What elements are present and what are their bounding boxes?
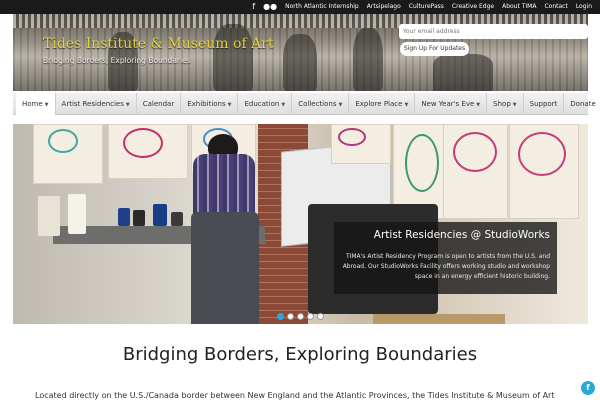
slide-photo-press-base (373, 314, 505, 324)
nav-item-label: Explore Place (355, 99, 403, 108)
header-photo-cart (433, 54, 493, 91)
email-input[interactable] (399, 24, 588, 39)
slide-photo-person-apron (191, 212, 259, 324)
toplink-artsipelago[interactable]: Artsipelago (367, 0, 401, 14)
slide-photo-swirl (405, 134, 439, 192)
nav-item-home[interactable]: Home ▼ (16, 92, 56, 115)
nav-item-label: Education (244, 99, 280, 108)
facebook-icon[interactable]: f (252, 0, 255, 14)
nav-item-support[interactable]: Support (524, 92, 565, 115)
slide-photo-ink-can (133, 210, 145, 226)
intro-paragraph: Located directly on the U.S./Canada bord… (35, 391, 555, 400)
site-tagline: Bridging Borders, Exploring Boundaries (43, 56, 191, 65)
slide-caption-text: TIMA's Artist Residency Program is open … (342, 253, 550, 280)
nav-item-label: Shop (493, 99, 511, 108)
main-nav: Home ▼ Artist Residencies ▼ Calendar Exhib… (13, 92, 596, 115)
slider-dot[interactable] (307, 313, 314, 320)
nav-item-label: New Year's Eve (421, 99, 475, 108)
slide-photo-jug (38, 196, 60, 236)
nav-item-label: Calendar (142, 99, 175, 108)
nav-item-artist-residencies[interactable]: Artist Residencies ▼ (56, 92, 137, 115)
slider-pagination (277, 313, 324, 320)
nav-item-donate[interactable]: Donate (564, 93, 600, 115)
chevron-down-icon: ▼ (476, 101, 481, 108)
toplink-about-tima[interactable]: About TIMA (502, 0, 536, 14)
nav-item-education[interactable]: Education ▼ (238, 92, 293, 115)
chevron-down-icon: ▼ (44, 101, 49, 108)
slide-photo-swirl (48, 129, 78, 153)
signup-button[interactable]: Sign Up For Updates (400, 42, 469, 56)
toplink-login[interactable]: Login (576, 0, 592, 14)
nav-item-calendar[interactable]: Calendar (137, 92, 182, 115)
chevron-down-icon: ▼ (281, 101, 286, 108)
nav-item-label: Support (529, 99, 558, 108)
slider-dot[interactable] (277, 313, 284, 320)
toplink-north-atlantic-internship[interactable]: North Atlantic Internship (285, 0, 359, 14)
slider-dot[interactable] (317, 313, 324, 320)
slide-caption: Artist Residencies @ StudioWorks TIMA's … (334, 222, 557, 294)
nav-item-exhibitions[interactable]: Exhibitions ▼ (181, 92, 239, 115)
top-bar: f ●● North Atlantic Internship Artsipela… (0, 0, 600, 14)
header-photo-figure (353, 28, 383, 91)
slide-photo-swirl (453, 132, 497, 172)
slide-photo-swirl (518, 132, 566, 176)
page-headline: Bridging Borders, Exploring Boundaries (122, 344, 478, 365)
toplink-contact[interactable]: Contact (544, 0, 567, 14)
chevron-down-icon: ▼ (227, 101, 232, 108)
slide-photo-ink-can (118, 208, 130, 226)
header-photo-figure (213, 24, 253, 91)
slide-caption-title[interactable]: Artist Residencies @ StudioWorks (341, 229, 550, 241)
flickr-icon[interactable]: ●● (263, 0, 277, 14)
chevron-down-icon: ▼ (404, 101, 409, 108)
slide-photo-ink-can (153, 204, 167, 226)
header-banner: Tides Institute & Museum of Art Bridging… (13, 14, 588, 91)
nav-item-collections[interactable]: Collections ▼ (292, 92, 350, 115)
chevron-down-icon: ▼ (512, 101, 517, 108)
slide-photo-swirl (338, 128, 366, 146)
nav-item-label: Exhibitions (187, 99, 226, 108)
slide-photo-jug (68, 194, 86, 234)
nav-item-explore-place[interactable]: Explore Place ▼ (349, 92, 416, 115)
chevron-down-icon: ▼ (125, 101, 130, 108)
toplink-creative-edge[interactable]: Creative Edge (452, 0, 494, 14)
nav-item-label: Donate (570, 99, 596, 108)
facebook-float-icon[interactable]: f (581, 381, 595, 395)
chevron-down-icon: ▼ (338, 101, 343, 108)
header-photo-figure (283, 34, 317, 91)
slider-dot[interactable] (287, 313, 294, 320)
nav-item-label: Home (22, 99, 43, 108)
nav-item-label: Artist Residencies (61, 99, 124, 108)
slide-photo-ink-can (171, 212, 183, 226)
slider-dot[interactable] (297, 313, 304, 320)
nav-item-new-years-eve[interactable]: New Year's Eve ▼ (415, 92, 488, 115)
nav-item-label: Collections (298, 99, 337, 108)
nav-item-shop[interactable]: Shop ▼ (487, 92, 524, 115)
slide-photo-swirl (123, 128, 163, 158)
hero-slider[interactable]: Artist Residencies @ StudioWorks TIMA's … (13, 124, 588, 324)
toplink-culturepass[interactable]: CulturePass (409, 0, 444, 14)
site-title[interactable]: Tides Institute & Museum of Art (43, 36, 274, 52)
